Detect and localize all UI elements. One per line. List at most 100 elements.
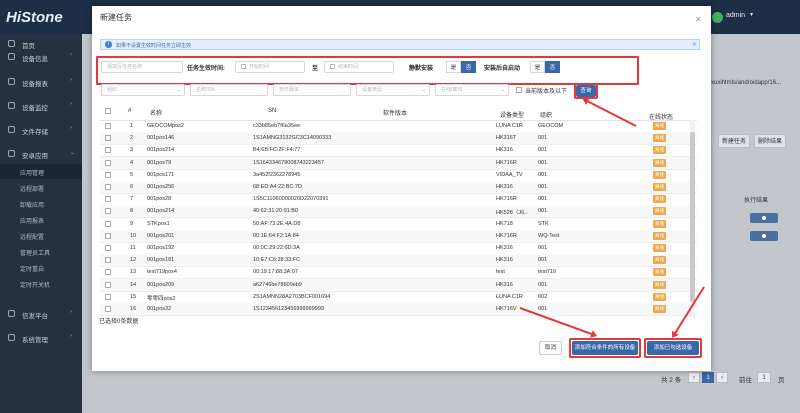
status-badge: 离线 — [653, 256, 666, 265]
scroll-thumb[interactable] — [690, 132, 695, 302]
more-options-button[interactable] — [750, 213, 778, 223]
row-checkbox[interactable] — [105, 135, 111, 142]
col-device-type: 设备类型 — [500, 113, 525, 119]
cell-type: HK528（J6... — [496, 210, 529, 217]
row-checkbox[interactable] — [105, 159, 111, 166]
sidebar-item-file-storage[interactable]: 文件存储 › — [0, 120, 82, 140]
close-icon[interactable]: ✕ — [695, 15, 702, 24]
online-status-select[interactable]: 在线/离线 ⌄ — [435, 84, 509, 96]
cell-index: 14 — [130, 281, 137, 288]
cell-org: 001 — [538, 281, 548, 288]
row-checkbox[interactable] — [105, 245, 111, 251]
sidebar-subitem-remote-deploy[interactable]: 远程部署 — [0, 180, 82, 195]
status-badge: 离线 — [653, 219, 666, 228]
table-row[interactable]: 9 STKpos1 50:AF:73:2E:4A:D8 HK718 STK 离线 — [100, 218, 697, 231]
cell-sn: 00:1E:64:F2:1A:84 — [253, 232, 299, 239]
group-select[interactable]: 组织 ⌄ — [101, 84, 185, 96]
table-row[interactable]: 11 001pos192 00:0C:29:22:6D:3A HK316 001 离线 — [100, 242, 697, 255]
cell-org: STK — [538, 220, 549, 227]
row-checkbox[interactable] — [105, 306, 111, 312]
row-checkbox[interactable] — [105, 281, 111, 288]
table-row[interactable]: 8 001pos214 40:62:31:20:91:B0 HK528（J6... 00… — [100, 205, 697, 219]
chevron-right-icon: › — [70, 309, 72, 315]
row-checkbox[interactable] — [105, 257, 111, 264]
row-checkbox[interactable] — [105, 232, 111, 239]
cell-sn: 00:19:17:88:3A:07 — [253, 269, 298, 276]
sidebar-subitem-admin-tools[interactable]: 管理员工具 — [0, 244, 82, 259]
chevron-right-icon: › — [70, 333, 72, 339]
row-checkbox[interactable] — [105, 123, 111, 129]
row-checkbox[interactable] — [105, 196, 111, 203]
table-row[interactable]: 13 test719pos4 00:19:17:88:3A:07 test test71… — [100, 266, 697, 280]
avatar[interactable] — [712, 12, 723, 23]
table-row[interactable]: 7 001pos28 1S5C11060000020D22070391 HK716R 0… — [100, 193, 697, 207]
row-checkbox[interactable] — [105, 208, 111, 215]
cell-org: 001 — [538, 159, 548, 166]
table-row[interactable]: 2 001pos146 1S1AMNG3132GC3C14090333 HK316T 0… — [100, 132, 697, 146]
status-badge: 离线 — [653, 280, 666, 289]
row-checkbox[interactable] — [105, 184, 111, 190]
row-checkbox[interactable] — [105, 293, 111, 300]
chevron-down-icon: ⌄ — [176, 87, 181, 93]
chevron-down-icon: ⌄ — [500, 87, 505, 93]
sidebar-item-android-apps[interactable]: 安卓应用 ⌄ — [0, 144, 82, 164]
sidebar-item-device-monitor[interactable]: 设备监控 › — [0, 96, 82, 116]
cell-sn: 00:0C:29:22:6D:3A — [253, 245, 300, 251]
cancel-button[interactable]: 取消 — [539, 341, 562, 355]
table-row[interactable]: 3 001pos214 B4:6B:FC:2F:F4:77 HK316 001 离线 — [100, 144, 697, 158]
table-row[interactable]: 4 001pos79 1S164334679008743223457 HK716R 00… — [100, 156, 697, 170]
cell-index: 12 — [130, 257, 137, 264]
table-row[interactable]: 6 001pos256 68:ED:A4:22:BC:7D HK316 001 离线 — [100, 181, 697, 194]
table-row[interactable]: 15 零零四pos2 2S1AMNN28A2703BCF001694 LUNA C1R… — [100, 291, 697, 304]
goto-page-input[interactable]: 1 — [757, 372, 771, 383]
table-row[interactable]: 14 001pos209 a62746be78609eb9 HK316 001 离线 — [100, 278, 697, 292]
row-checkbox[interactable] — [105, 269, 111, 276]
broadcast-icon — [8, 310, 15, 317]
col-org: 组织 — [540, 113, 553, 119]
version-filter-checkbox[interactable] — [516, 87, 522, 93]
row-checkbox[interactable] — [105, 171, 111, 178]
status-badge: 离线 — [653, 207, 666, 216]
select-all-checkbox[interactable] — [105, 108, 111, 114]
cell-name: STKpos1 — [147, 220, 170, 227]
sidebar-item-broadcast[interactable]: 信发平台 › — [0, 304, 82, 324]
cell-index: 15 — [130, 293, 137, 300]
table-row[interactable]: 10 001pos201 00:1E:64:F2:1A:84 HK716R WQ-Tes… — [100, 229, 697, 243]
user-name[interactable]: admin — [726, 12, 745, 19]
table-row[interactable]: 12 001pos181 10:E7:C6:28:33:FC HK316 001 离线 — [100, 254, 697, 268]
info-icon: i — [105, 41, 112, 48]
sidebar-item-device-report[interactable]: 设备报表 › — [0, 72, 82, 92]
form-highlight-box — [96, 56, 639, 85]
cell-index: 5 — [130, 171, 134, 178]
next-page-button[interactable]: › — [716, 372, 728, 383]
sidebar-subitem-scheduled-power[interactable]: 定时开关机 — [0, 276, 82, 291]
name-sn-input[interactable]: 名称/SN — [190, 84, 268, 96]
new-task-button[interactable]: 新建任务 — [718, 134, 750, 148]
page-number-button[interactable]: 1 — [702, 372, 714, 383]
table-scrollbar[interactable] — [690, 120, 695, 318]
table-row[interactable]: 5 001pos171 3a452f2362278945 VIDAA_TV 001 离线 — [100, 169, 697, 182]
sidebar-subitem-app-manage[interactable]: 应用管理 — [0, 164, 82, 179]
sidebar-subitem-scheduled-reboot[interactable]: 定时重启 — [0, 260, 82, 275]
delete-result-button[interactable]: 删除结果 — [754, 134, 786, 148]
dialog-title: 新建任务 — [100, 13, 132, 22]
more-options-button[interactable] — [750, 231, 778, 241]
sidebar-subitem-app-report[interactable]: 应用报表 — [0, 212, 82, 227]
sidebar-subitem-uninstall[interactable]: 卸载应用 — [0, 196, 82, 211]
table-row[interactable]: 16 001pos32 1S123456123456999999999 HK716V 0… — [100, 303, 697, 316]
software-version-input[interactable]: 软件版本 — [273, 84, 351, 96]
device-type-select[interactable]: 设备类型 ⌄ — [356, 84, 430, 96]
close-icon[interactable]: ✕ — [692, 41, 697, 48]
cell-sn: 50:AF:73:2E:4A:D8 — [253, 220, 301, 227]
row-checkbox[interactable] — [105, 147, 111, 154]
row-checkbox[interactable] — [105, 220, 111, 227]
sidebar-item-device-info[interactable]: 设备信息 › — [0, 47, 82, 67]
sidebar-item-system[interactable]: 系统管理 › — [0, 328, 82, 348]
prev-page-button[interactable]: ‹ — [688, 372, 700, 383]
cell-org: test719 — [538, 269, 557, 276]
chevron-down-icon[interactable]: ▾ — [750, 11, 753, 18]
table-row[interactable]: 1 GEOCOMpos2 c33b85eb7f6a35ee LUNA C1R GEOCO… — [100, 120, 697, 133]
sidebar-subitem-remote-config[interactable]: 远程配置 — [0, 228, 82, 243]
cell-type: HK716R — [496, 196, 517, 203]
report-icon — [8, 78, 15, 85]
